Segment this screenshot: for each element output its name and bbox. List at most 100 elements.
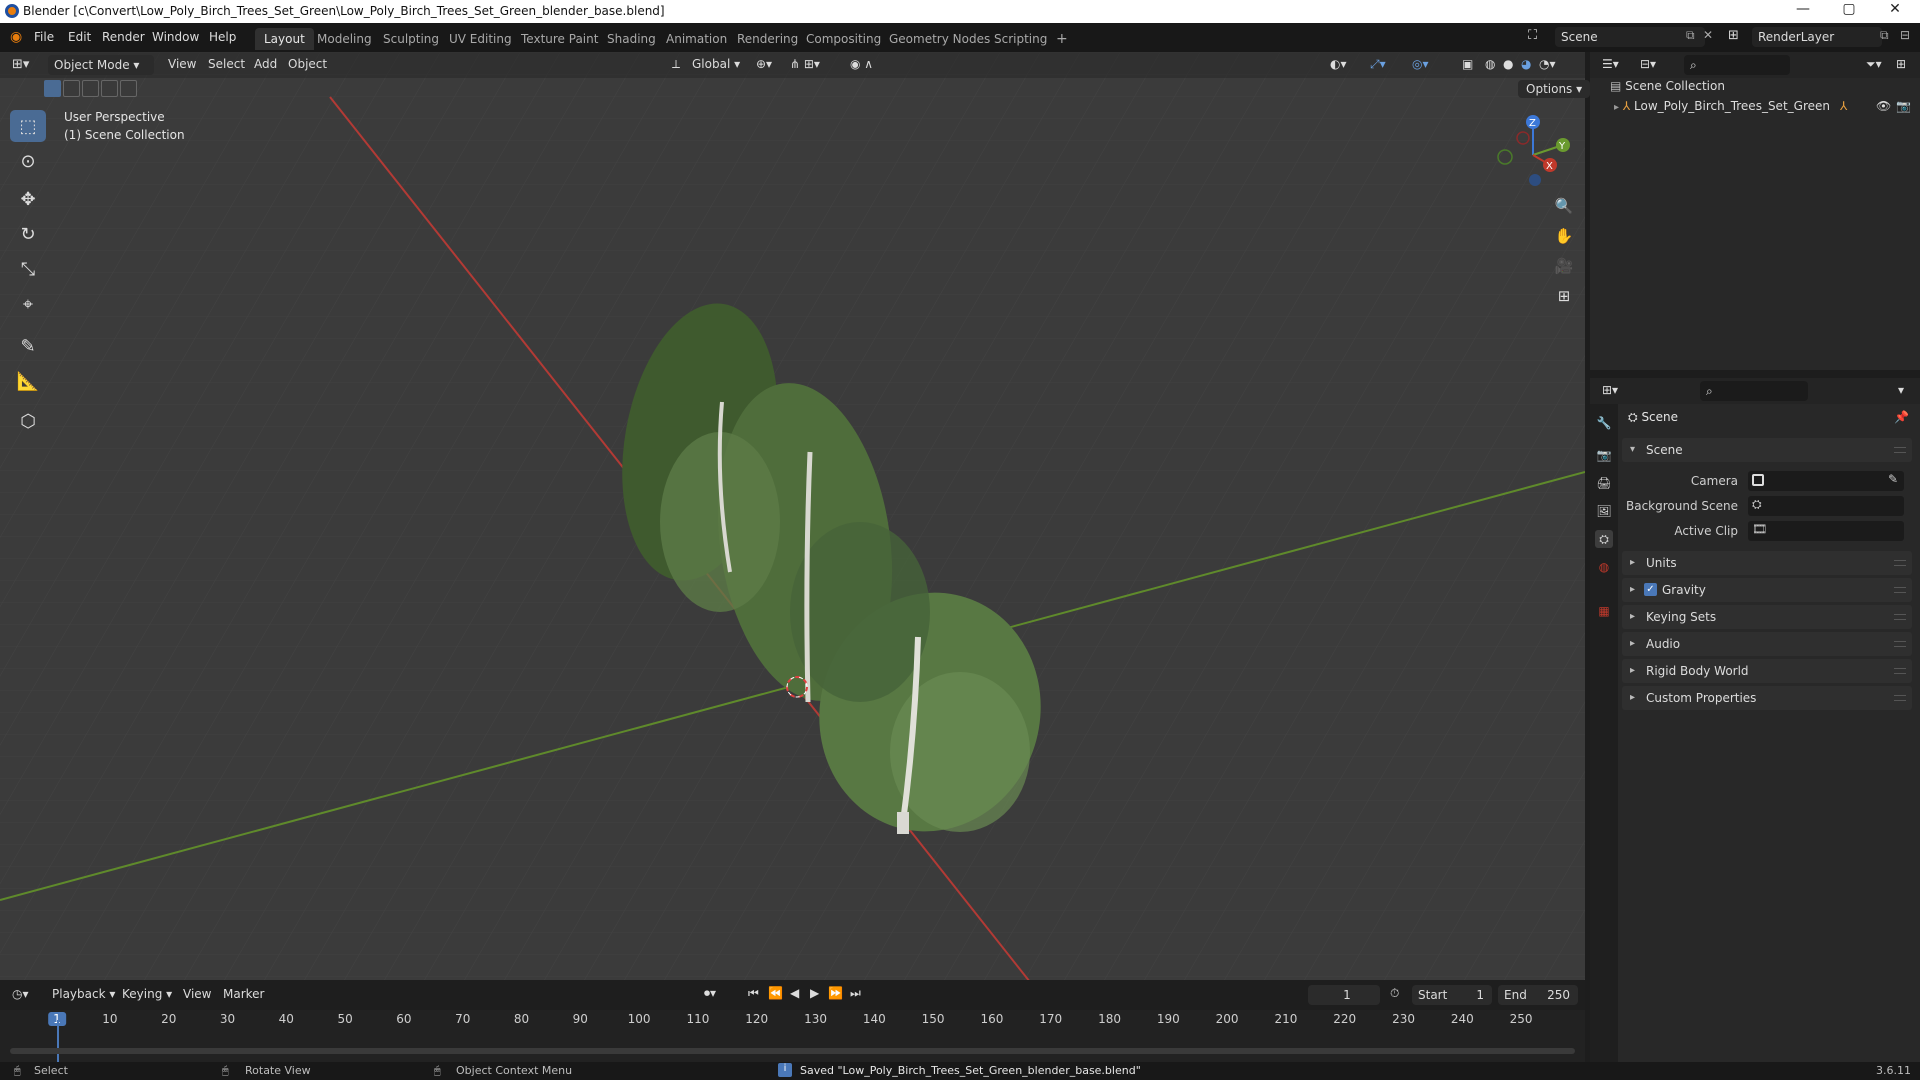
drag-handle-icon[interactable] bbox=[1894, 614, 1906, 620]
tab-shading[interactable]: Shading bbox=[598, 28, 665, 50]
world-tab-icon[interactable]: ◍ bbox=[1595, 558, 1613, 576]
snap-icon[interactable]: ⋔ ⊞▾ bbox=[790, 57, 820, 71]
active-clip-field[interactable]: 🎞 bbox=[1748, 521, 1904, 541]
section-custom-properties[interactable]: ▸ Custom Properties bbox=[1622, 686, 1912, 710]
wireframe-shading-icon[interactable]: ◍ bbox=[1485, 57, 1495, 71]
new-view-layer-icon[interactable]: ⧉ bbox=[1880, 28, 1889, 43]
play-icon[interactable]: ▶ bbox=[810, 986, 819, 1000]
menu-edit[interactable]: Edit bbox=[68, 30, 91, 44]
filter-icon[interactable]: ⏷▾ bbox=[1866, 57, 1882, 72]
select-box-tool-icon[interactable]: ⬚ bbox=[10, 110, 46, 142]
eyedropper-icon[interactable]: ✎ bbox=[1888, 472, 1898, 486]
camera-field[interactable]: ✎ bbox=[1748, 471, 1904, 491]
select-invert-icon[interactable] bbox=[101, 80, 118, 97]
drag-handle-icon[interactable] bbox=[1894, 587, 1906, 593]
render-camera-icon[interactable]: 📷 bbox=[1896, 99, 1911, 113]
section-keying-sets[interactable]: ▸ Keying Sets bbox=[1622, 605, 1912, 629]
start-frame-field[interactable]: Start 1 bbox=[1412, 985, 1492, 1005]
scene-name-field[interactable]: Scene bbox=[1555, 27, 1705, 47]
drag-handle-icon[interactable] bbox=[1894, 641, 1906, 647]
marker-menu[interactable]: Marker bbox=[223, 987, 264, 1001]
section-gravity[interactable]: ▸ ✓ Gravity bbox=[1622, 578, 1912, 602]
outliner-editor-icon[interactable]: ☰▾ bbox=[1602, 57, 1619, 71]
rendered-shading-icon[interactable]: ◔▾ bbox=[1539, 57, 1556, 71]
outliner-item[interactable]: ▸ ⅄ Low_Poly_Birch_Trees_Set_Green ⅄ 👁 📷 bbox=[1614, 99, 1914, 113]
prev-keyframe-icon[interactable]: ⏪ bbox=[768, 986, 783, 1000]
move-tool-icon[interactable]: ✥ bbox=[10, 183, 46, 215]
outliner-search-input[interactable]: ⌕ bbox=[1684, 55, 1790, 75]
tab-sculpting[interactable]: Sculpting bbox=[374, 28, 448, 50]
current-frame-field[interactable]: 1 bbox=[1308, 985, 1380, 1005]
jump-start-icon[interactable]: ⏮ bbox=[748, 986, 759, 1001]
menu-help[interactable]: Help bbox=[209, 30, 236, 44]
section-audio[interactable]: ▸ Audio bbox=[1622, 632, 1912, 656]
outliner-scene-collection[interactable]: ▤ Scene Collection bbox=[1610, 79, 1725, 93]
menu-window[interactable]: Window bbox=[152, 30, 199, 44]
pivot-icon[interactable]: ⊕▾ bbox=[756, 57, 772, 71]
select-new-icon[interactable] bbox=[44, 80, 61, 97]
maximize-button[interactable]: ▢ bbox=[1826, 1, 1872, 21]
pan-hand-icon[interactable]: ✋ bbox=[1550, 222, 1578, 250]
menu-file[interactable]: File bbox=[34, 30, 54, 44]
drag-handle-icon[interactable] bbox=[1894, 695, 1906, 701]
properties-options-icon[interactable]: ▾ bbox=[1898, 383, 1904, 397]
jump-end-icon[interactable]: ⏭ bbox=[850, 986, 861, 1001]
select-intersect-icon[interactable] bbox=[120, 80, 137, 97]
blender-menu-icon[interactable]: ◉ bbox=[10, 29, 22, 45]
navigation-gizmo[interactable]: Z Y X bbox=[1488, 110, 1578, 190]
expand-arrow-icon[interactable]: ▸ bbox=[1614, 102, 1619, 113]
timeline-scrollbar[interactable] bbox=[10, 1048, 1575, 1054]
next-keyframe-icon[interactable]: ⏩ bbox=[828, 986, 843, 1000]
orientation-icon[interactable]: ⟂ bbox=[672, 57, 680, 72]
rotate-tool-icon[interactable]: ↻ bbox=[10, 218, 46, 250]
play-reverse-icon[interactable]: ◀ bbox=[790, 986, 799, 1000]
add-cube-tool-icon[interactable]: ⬡ bbox=[10, 405, 46, 437]
proportional-edit-icon[interactable]: ◉ ∧ bbox=[850, 57, 873, 71]
drag-handle-icon[interactable] bbox=[1894, 668, 1906, 674]
keying-menu[interactable]: Keying ▾ bbox=[122, 987, 172, 1001]
texture-tab-icon[interactable]: ▦ bbox=[1595, 602, 1613, 620]
zoom-icon[interactable]: 🔍 bbox=[1550, 192, 1578, 220]
options-dropdown[interactable]: Options ▾ bbox=[1518, 80, 1591, 98]
tab-rendering[interactable]: Rendering bbox=[728, 28, 807, 50]
tab-layout[interactable]: Layout bbox=[255, 28, 314, 50]
cursor-tool-icon[interactable]: ⊙ bbox=[10, 145, 46, 177]
tab-geometry-nodes[interactable]: Geometry Nodes bbox=[880, 28, 999, 50]
tab-compositing[interactable]: Compositing bbox=[797, 28, 890, 50]
camera-view-icon[interactable]: 🎥 bbox=[1550, 252, 1578, 280]
scene-selector-icon[interactable]: ⛶ bbox=[1528, 28, 1537, 43]
tab-uv-editing[interactable]: UV Editing bbox=[440, 28, 521, 50]
annotate-tool-icon[interactable]: ✎ bbox=[10, 330, 46, 362]
material-shading-icon[interactable]: ◕ bbox=[1521, 57, 1531, 71]
viewport-menu-add[interactable]: Add bbox=[254, 57, 277, 71]
tab-scripting[interactable]: Scripting bbox=[985, 28, 1056, 50]
delete-scene-icon[interactable]: ✕ bbox=[1703, 28, 1713, 42]
tab-animation[interactable]: Animation bbox=[657, 28, 736, 50]
new-scene-icon[interactable]: ⧉ bbox=[1686, 28, 1695, 43]
tool-tab-icon[interactable]: 🔧 bbox=[1595, 414, 1613, 432]
playback-menu[interactable]: Playback ▾ bbox=[52, 987, 115, 1001]
mode-dropdown[interactable]: Object Mode ▾ bbox=[48, 55, 154, 75]
drag-handle-icon[interactable] bbox=[1894, 560, 1906, 566]
visibility-icon[interactable]: ◐▾ bbox=[1330, 57, 1347, 71]
scale-tool-icon[interactable]: ⤡ bbox=[10, 253, 46, 285]
stopwatch-icon[interactable]: ⏱ bbox=[1390, 986, 1399, 1001]
select-extend-icon[interactable] bbox=[63, 80, 80, 97]
viewport-menu-object[interactable]: Object bbox=[288, 57, 327, 71]
timeline-view-menu[interactable]: View bbox=[183, 987, 211, 1001]
gizmo-toggle-icon[interactable]: ⤢▾ bbox=[1370, 57, 1386, 72]
minimize-button[interactable]: — bbox=[1780, 1, 1826, 21]
drag-handle-icon[interactable] bbox=[1894, 447, 1906, 453]
tab-texture-paint[interactable]: Texture Paint bbox=[512, 28, 607, 50]
timeline-editor-icon[interactable]: ◷▾ bbox=[12, 987, 29, 1001]
viewport-menu-select[interactable]: Select bbox=[208, 57, 245, 71]
new-collection-icon[interactable]: ⊞ bbox=[1896, 57, 1906, 71]
pin-icon[interactable]: 📌 bbox=[1894, 410, 1909, 424]
properties-search-input[interactable]: ⌕ bbox=[1700, 381, 1808, 401]
properties-editor-icon[interactable]: ⊞▾ bbox=[1602, 383, 1618, 397]
xray-icon[interactable]: ▣ bbox=[1462, 57, 1473, 71]
editor-type-icon[interactable]: ⊞▾ bbox=[12, 57, 29, 72]
record-icon[interactable]: ⏺▾ bbox=[704, 986, 716, 1001]
tab-modeling[interactable]: Modeling bbox=[308, 28, 381, 50]
transform-tool-icon[interactable]: ⌖ bbox=[10, 288, 46, 320]
